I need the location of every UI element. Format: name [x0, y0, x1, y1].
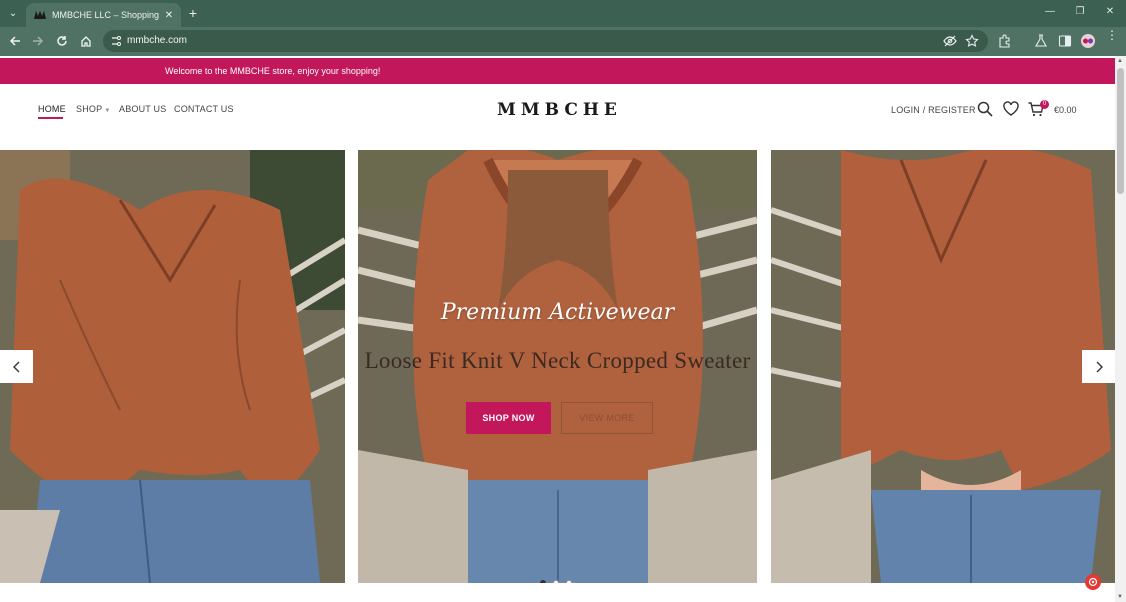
scroll-down-arrow-icon[interactable]: ▼ [1117, 594, 1123, 600]
site-info-icon[interactable] [109, 34, 123, 48]
web-page: Welcome to the MMBCHE store, enjoy your … [0, 56, 1126, 602]
slide-title: Loose Fit Knit V Neck Cropped Sweater [364, 348, 751, 373]
slider-dot[interactable] [553, 580, 559, 583]
cart-count-badge: 0 [1040, 100, 1049, 109]
address-bar[interactable]: mmbche.com [103, 30, 988, 52]
slide-subtitle: Premium Activewear [440, 300, 675, 325]
side-panel-icon[interactable] [1058, 34, 1072, 48]
eye-off-icon[interactable] [943, 34, 957, 48]
shop-now-button[interactable]: SHOP NOW [466, 402, 551, 434]
floating-support-icon[interactable] [1085, 574, 1101, 590]
reload-icon[interactable] [54, 33, 70, 49]
site-header: HOME SHOP ▼ ABOUT US CONTACT US MMBCHE LO… [0, 84, 1115, 150]
slider-dots [540, 580, 572, 583]
browser-tab[interactable]: MMBCHE LLC – Shopping ✕ [26, 3, 181, 27]
chevron-left-icon [12, 361, 19, 372]
nav-item-home[interactable]: HOME [38, 104, 66, 114]
home-icon[interactable] [78, 33, 94, 49]
nav-item-shop-label: SHOP [76, 104, 103, 114]
url-text: mmbche.com [127, 35, 188, 46]
nav-active-underline [38, 117, 63, 119]
nav-item-contact[interactable]: CONTACT US [174, 104, 234, 114]
minimize-window-icon[interactable]: — [1042, 6, 1058, 17]
forward-icon[interactable] [30, 33, 46, 49]
labs-flask-icon[interactable] [1034, 34, 1048, 48]
chevron-down-icon: ▼ [104, 108, 111, 114]
heart-icon[interactable] [1002, 100, 1020, 118]
search-icon[interactable] [976, 100, 994, 118]
tab-search-chevron-icon[interactable]: ⌄ [4, 4, 22, 22]
new-tab-button[interactable]: + [185, 5, 201, 21]
scrollbar-thumb[interactable] [1117, 68, 1124, 194]
slider-prev-button[interactable] [0, 350, 33, 383]
extensions-icon[interactable] [998, 34, 1012, 48]
browser-menu-icon[interactable]: ⋮ [1106, 29, 1118, 41]
nav-item-shop[interactable]: SHOP ▼ [76, 104, 110, 114]
tab-close-icon[interactable]: ✕ [161, 10, 177, 21]
browser-tab-bar: ⌄ MMBCHE LLC – Shopping ✕ + — ❐ ✕ [0, 0, 1126, 27]
scroll-up-arrow-icon[interactable]: ▲ [1117, 58, 1123, 64]
browser-toolbar: mmbche.com ⋮ [0, 27, 1126, 56]
bookmark-star-icon[interactable] [965, 34, 979, 48]
site-logo[interactable]: MMBCHE [497, 100, 622, 120]
hero-slider: Premium Activewear Loose Fit Knit V Neck… [0, 150, 1115, 583]
close-window-icon[interactable]: ✕ [1102, 6, 1118, 17]
view-more-button[interactable]: VIEW MORE [561, 402, 653, 434]
profile-avatar[interactable] [1081, 34, 1095, 48]
site-favicon-icon [34, 10, 46, 20]
slider-dot[interactable] [566, 580, 572, 583]
chevron-right-icon [1096, 361, 1103, 372]
tab-title: MMBCHE LLC – Shopping [52, 10, 160, 20]
cart-total[interactable]: €0.00 [1054, 105, 1077, 115]
restore-window-icon[interactable]: ❐ [1072, 6, 1088, 17]
login-register-link[interactable]: LOGIN / REGISTER [891, 105, 976, 115]
slider-dot[interactable] [540, 580, 546, 583]
slider-next-button[interactable] [1082, 350, 1115, 383]
promo-text: Welcome to the MMBCHE store, enjoy your … [165, 66, 381, 76]
nav-item-about[interactable]: ABOUT US [119, 104, 166, 114]
page-scrollbar[interactable]: ▲ ▼ [1115, 56, 1126, 602]
back-icon[interactable] [7, 33, 23, 49]
promo-bar: Welcome to the MMBCHE store, enjoy your … [0, 58, 1115, 84]
